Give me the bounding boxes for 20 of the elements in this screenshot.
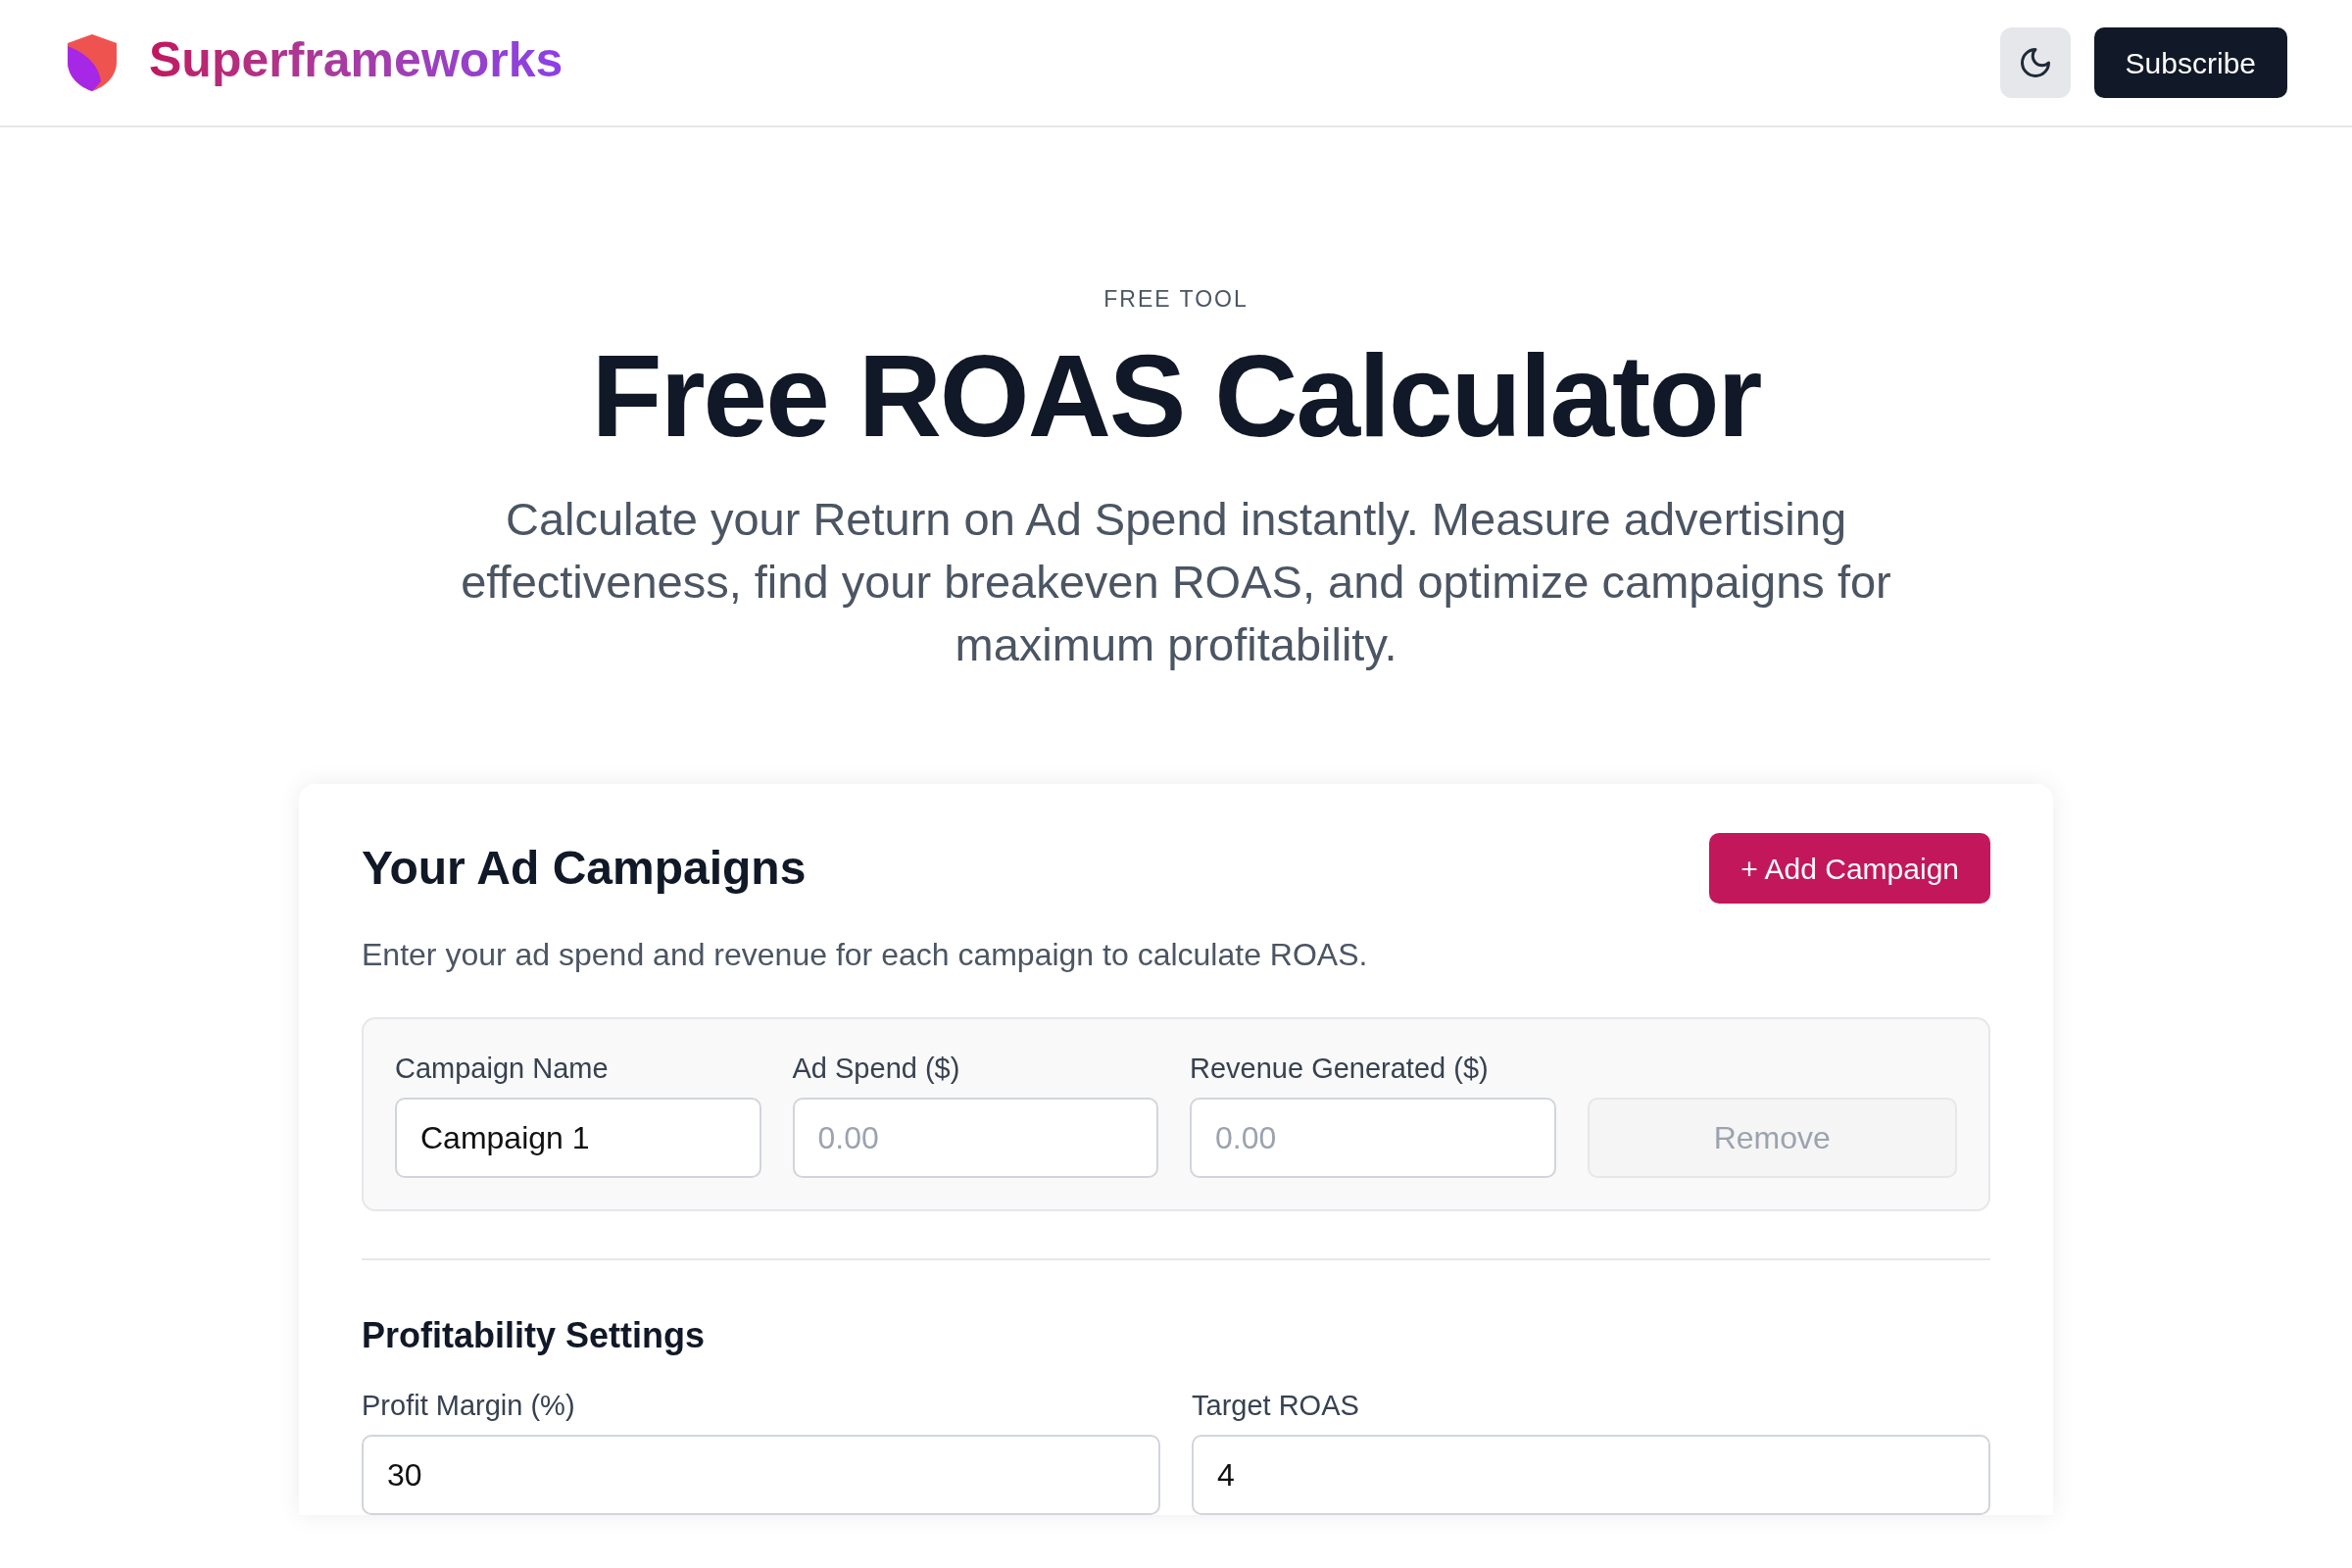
input-field[interactable]: 0.00: [1190, 1098, 1556, 1179]
subscribe-button[interactable]: Subscribe: [2093, 27, 2287, 98]
shield-logo-icon: [65, 32, 120, 93]
section-title: Your Ad Campaigns: [362, 841, 807, 897]
field-label: Target ROAS: [1192, 1389, 1360, 1424]
field-label: Campaign Name: [395, 1052, 610, 1087]
theme-toggle-button[interactable]: [1999, 27, 2071, 98]
input-field[interactable]: Campaign 1: [395, 1098, 761, 1179]
add-campaign-button[interactable]: + Add Campaign: [1709, 833, 1990, 905]
field-label: Revenue Generated ($): [1190, 1052, 1490, 1087]
page-title: Free ROAS Calculator: [591, 329, 1761, 463]
page-subtitle: Calculate your Return on Ad Spend instantly. Measure advertising effectiveness, find your breakeven ROAS, and optimize campaigns for maximum profitability.: [460, 492, 1892, 673]
input-field[interactable]: 4: [1192, 1435, 1990, 1516]
field-label: Ad Spend ($): [792, 1052, 961, 1087]
input-field[interactable]: 30: [362, 1435, 1160, 1516]
field-label: Profit Margin (%): [362, 1389, 576, 1424]
eyebrow-text: FREE TOOL: [1103, 285, 1249, 314]
section-description: Enter your ad spend and revenue for each campaign to calculate ROAS.: [362, 936, 1369, 975]
settings-title: Profitability Settings: [362, 1314, 707, 1358]
input-field[interactable]: 0.00: [792, 1098, 1158, 1179]
